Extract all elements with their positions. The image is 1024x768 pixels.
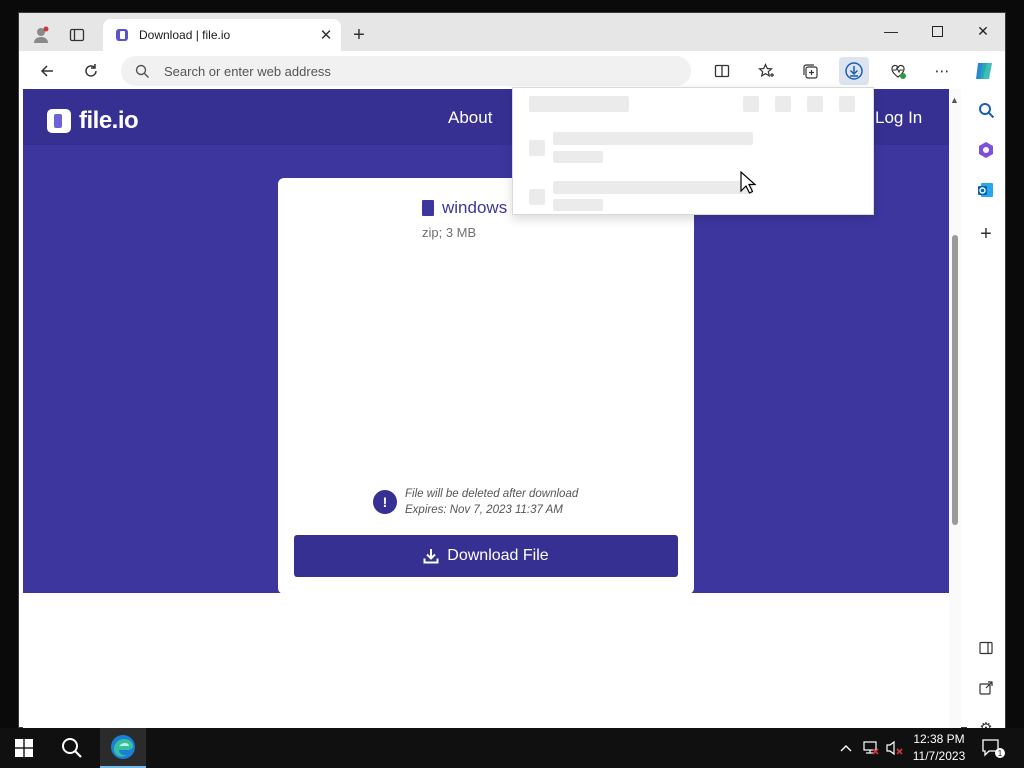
download-icon: [423, 549, 439, 564]
sidebar-hide-icon[interactable]: [973, 635, 999, 661]
flyout-title-placeholder: [529, 96, 629, 112]
profile-icon[interactable]: [27, 21, 55, 49]
download-file-label: Download File: [447, 547, 549, 564]
taskbar-edge-icon[interactable]: [100, 728, 146, 768]
logo-mark-icon: [47, 109, 71, 133]
clock-time: 12:38 PM: [913, 732, 965, 746]
copilot-icon[interactable]: [969, 57, 999, 85]
flyout-folder-placeholder-icon: [743, 96, 759, 112]
download-item-2-title-placeholder: [553, 181, 753, 194]
sidebar-add-icon[interactable]: +: [973, 221, 999, 247]
flyout-search-placeholder-icon: [775, 96, 791, 112]
taskbar-search-icon[interactable]: [50, 728, 94, 768]
back-icon[interactable]: [33, 57, 61, 85]
more-options-icon[interactable]: ⋯: [927, 57, 957, 85]
search-icon: [135, 64, 149, 78]
download-item-1-placeholder-icon: [529, 140, 545, 156]
taskbar-clock[interactable]: 12:38 PM 11/7/2023: [906, 731, 972, 765]
new-tab-icon[interactable]: +: [347, 23, 371, 47]
page-scrollbar[interactable]: ▲: [949, 89, 961, 729]
sidebar-outlook-icon[interactable]: [973, 177, 999, 203]
address-bar[interactable]: Search or enter web address: [121, 56, 691, 86]
file-name: windows: [442, 198, 508, 217]
notifications-icon[interactable]: 1: [978, 728, 1008, 768]
download-card: windows zip; 3 MB ! File will be deleted…: [278, 178, 694, 594]
nav-about-link[interactable]: About: [448, 108, 492, 128]
download-item-2-meta-placeholder: [553, 199, 603, 211]
refresh-icon[interactable]: [77, 57, 105, 85]
download-item-1-meta-placeholder: [553, 151, 603, 163]
edge-sidebar: + ⚙: [967, 89, 1005, 737]
download-file-button[interactable]: Download File: [294, 535, 678, 577]
sidebar-open-external-icon[interactable]: [973, 675, 999, 701]
fileio-favicon-icon: [116, 29, 128, 41]
notification-count: 1: [998, 749, 1003, 758]
network-disconnected-icon[interactable]: [860, 728, 882, 768]
site-logo[interactable]: file.io: [47, 107, 139, 135]
file-meta: zip; 3 MB: [422, 225, 477, 240]
address-placeholder: Search or enter web address: [164, 63, 331, 79]
clock-date: 11/7/2023: [912, 749, 966, 763]
mouse-cursor-icon: [740, 171, 756, 194]
sidebar-search-icon[interactable]: [973, 97, 999, 123]
favorites-icon[interactable]: [751, 57, 781, 85]
scroll-thumb[interactable]: [952, 235, 958, 525]
scroll-up-icon[interactable]: ▲: [950, 95, 959, 105]
alert-icon: !: [373, 490, 397, 514]
minimize-icon[interactable]: —: [869, 17, 913, 45]
tray-chevron-icon[interactable]: [836, 728, 856, 768]
download-item-1-title-placeholder: [553, 132, 753, 145]
flyout-pin-placeholder-icon: [839, 96, 855, 112]
collections-icon[interactable]: [795, 57, 825, 85]
browser-tab-active[interactable]: Download | file.io ✕: [103, 19, 341, 51]
split-screen-icon[interactable]: [707, 57, 737, 85]
close-window-icon[interactable]: ✕: [961, 17, 1005, 45]
file-row: windows: [422, 198, 507, 218]
download-item-2-placeholder-icon: [529, 189, 545, 205]
expiry-notice: ! File will be deleted after download Ex…: [373, 486, 578, 518]
browser-essentials-icon[interactable]: [883, 57, 913, 85]
maximize-icon[interactable]: [915, 17, 959, 45]
volume-muted-icon[interactable]: [884, 728, 906, 768]
tab-title: Download | file.io: [139, 28, 231, 42]
notice-line-1: File will be deleted after download: [405, 488, 579, 500]
sidebar-office-icon[interactable]: [973, 137, 999, 163]
logo-text: file.io: [79, 107, 139, 134]
tab-actions-icon[interactable]: [63, 21, 91, 49]
browser-toolbar: Search or enter web address ⋯: [19, 51, 1005, 89]
notice-line-2: Expires: Nov 7, 2023 11:37 AM: [405, 504, 563, 516]
tab-close-icon[interactable]: ✕: [315, 24, 337, 46]
downloads-icon[interactable]: [839, 57, 869, 85]
flyout-more-placeholder-icon: [807, 96, 823, 112]
nav-login-link[interactable]: Log In: [875, 108, 922, 128]
taskbar: 12:38 PM 11/7/2023 1: [0, 728, 1024, 768]
start-button-icon[interactable]: [0, 728, 48, 768]
tab-bar: Download | file.io ✕ + — ✕: [19, 13, 1005, 51]
downloads-flyout: [512, 87, 874, 215]
file-icon: [422, 200, 434, 216]
